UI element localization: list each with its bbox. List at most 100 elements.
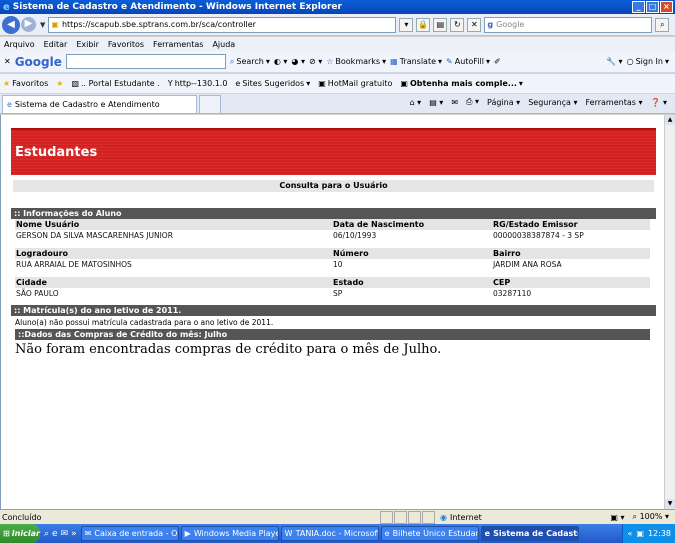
forward-button[interactable]: ▶ <box>21 17 36 32</box>
stop-button[interactable]: ✕ <box>467 17 482 32</box>
value-cidade: SÃO PAULO <box>16 289 59 298</box>
compras-message: Não foram encontradas compras de crédito… <box>15 342 442 357</box>
favorites-button[interactable]: ★ Favoritos <box>3 79 48 88</box>
zone-label: Internet <box>449 512 482 522</box>
windows-logo-icon: ⊞ <box>3 529 10 538</box>
refresh-button[interactable]: ↻ <box>450 17 465 32</box>
print-icon[interactable]: ⎙ ▾ <box>466 97 479 107</box>
taskbar-word[interactable]: W TANIA.doc - Microsoft ... <box>280 526 379 541</box>
google-search-button[interactable]: ⌕ Search ▾ <box>230 57 270 67</box>
share-icon[interactable]: ◕ ▾ <box>291 57 305 66</box>
network-icon[interactable]: ▣ <box>636 529 644 538</box>
ferramentas-menu[interactable]: Ferramentas ▾ <box>585 98 642 107</box>
search-button[interactable]: ⌕ <box>655 17 670 32</box>
lock-icon[interactable]: 🔒 <box>416 17 431 32</box>
value-cep: 03287110 <box>493 289 532 298</box>
google-icon: g <box>487 20 494 29</box>
matricula-section-header: :: Matrícula(s) do ano letivo de 2011. <box>11 305 656 316</box>
popup-blocker-icon[interactable]: ⊘ ▾ <box>309 57 322 66</box>
pencil-icon[interactable]: ✐ <box>494 57 501 66</box>
fav-obtenha[interactable]: ▣ Obtenha mais comple... ▾ <box>400 79 523 88</box>
menu-favoritos[interactable]: Favoritos <box>108 40 144 49</box>
expand-quicklaunch-icon[interactable]: » <box>71 529 77 539</box>
menu-exibir[interactable]: Exibir <box>76 40 99 49</box>
signin-label: Sign In <box>635 57 663 66</box>
feeds-icon[interactable]: ▤ ▾ <box>429 98 443 107</box>
fav-hotmail[interactable]: ▣ HotMail gratuito <box>318 79 392 88</box>
window-title: Sistema de Cadastro e Atendimento - Wind… <box>12 2 342 12</box>
tab-sistema-cadastro[interactable]: e Sistema de Cadastro e Atendimento <box>2 95 197 113</box>
label-logradouro: Logradouro <box>15 248 332 259</box>
back-button[interactable]: ◀ <box>2 15 20 34</box>
taskbar-sistema-cadastro[interactable]: e Sistema de Cadastr... <box>480 526 579 541</box>
menu-arquivo[interactable]: Arquivo <box>4 40 35 49</box>
fav-http[interactable]: Y http--130.1.0 <box>168 79 228 88</box>
pagina-menu[interactable]: Página ▾ <box>487 98 520 107</box>
pagerank-icon[interactable]: ◐ ▾ <box>274 57 288 66</box>
value-logradouro: RUA ARRAIAL DE MATOSINHOS <box>16 260 132 269</box>
fav-sites-sugeridos[interactable]: e Sites Sugeridos ▾ <box>235 79 310 88</box>
maximize-button[interactable]: □ <box>646 1 659 13</box>
ie-tab-icon: e <box>7 100 12 109</box>
taskbar-bilhete[interactable]: e Bilhete Único Estudant... <box>380 526 479 541</box>
help-icon[interactable]: ❓ ▾ <box>650 98 667 107</box>
page-content: Estudantes Consulta para o Usuário :: In… <box>11 128 656 357</box>
new-tab-button[interactable] <box>199 95 221 113</box>
search-icon: ⌕ <box>229 56 235 66</box>
home-icon[interactable]: ⌂ ▾ <box>410 98 422 107</box>
history-dropdown-icon[interactable]: ▼ <box>40 21 45 29</box>
search-input[interactable]: g Google <box>484 16 653 33</box>
scroll-up-icon[interactable]: ▲ <box>665 115 675 125</box>
compras-section-header: ::Dados das Compras de Crédito do mês: J… <box>15 329 650 340</box>
autofill-button[interactable]: ✎ AutoFill ▾ <box>446 57 490 66</box>
zoom-control[interactable]: ⌕ 100% ▾ <box>633 512 669 522</box>
tab-bar: e Sistema de Cadastro e Atendimento ⌂ ▾ … <box>0 94 675 114</box>
value-nome: GERSON DA SILVA MASCARENHAS JUNIOR <box>16 231 173 240</box>
mail-quicklaunch-icon[interactable]: ✉ <box>61 529 69 539</box>
value-estado: SP <box>333 289 343 298</box>
clock[interactable]: 12:38 <box>648 529 671 538</box>
start-button[interactable]: ⊞ Iniciar <box>0 524 40 543</box>
close-button[interactable]: × <box>660 1 673 13</box>
aluno-info-grid: Nome Usuário Data de Nascimento RG/Estad… <box>15 219 656 300</box>
translate-label: Translate <box>399 57 437 66</box>
bookmarks-button[interactable]: ☆ Bookmarks ▾ <box>326 57 386 66</box>
ie-quicklaunch-icon[interactable]: e <box>52 529 58 539</box>
menu-ferramentas[interactable]: Ferramentas <box>153 40 203 49</box>
scroll-down-icon[interactable]: ▼ <box>665 499 675 509</box>
minimize-button[interactable]: _ <box>632 1 645 13</box>
google-search-input[interactable] <box>65 54 226 69</box>
label-nascimento: Data de Nascimento <box>332 219 492 230</box>
menu-ajuda[interactable]: Ajuda <box>212 40 235 49</box>
compat-view-button[interactable]: ▤ <box>433 17 448 32</box>
add-favorite-icon[interactable]: ★ <box>56 79 63 88</box>
wrench-icon[interactable]: 🔧 ▾ <box>606 57 623 66</box>
taskbar-wmp[interactable]: ▶ Windows Media Player <box>180 526 279 541</box>
fav-portal-estudante[interactable]: ▧ .. Portal Estudante . <box>71 79 159 88</box>
page-header: Estudantes <box>11 128 656 175</box>
consulta-heading: Consulta para o Usuário <box>13 180 654 192</box>
page-icon: ▣ <box>51 20 59 29</box>
label-bairro: Bairro <box>492 248 650 259</box>
url-dropdown-button[interactable]: ▾ <box>399 17 414 32</box>
toolbar-close-icon[interactable]: ✕ <box>4 57 11 66</box>
label-nome: Nome Usuário <box>15 219 332 230</box>
url-input[interactable]: ▣ https://scapub.sbe.sptrans.com.br/sca/… <box>48 16 397 33</box>
status-bar: Concluído ◉ Internet ▣ ▾ ⌕ 100% ▾ <box>0 509 675 524</box>
search-placeholder: Google <box>496 20 525 29</box>
translate-button[interactable]: ▦ Translate ▾ <box>390 57 442 66</box>
aluno-section-header: :: Informações do Aluno <box>11 208 656 219</box>
status-cell <box>380 510 393 524</box>
taskbar-outlook[interactable]: ✉ Caixa de entrada - Ou... <box>80 526 179 541</box>
search-icon[interactable]: ⌕ <box>44 529 49 539</box>
mail-icon[interactable]: ✉ <box>451 98 458 107</box>
vertical-scrollbar[interactable]: ▲ ▼ <box>664 115 675 509</box>
tray-expand-icon[interactable]: « <box>627 529 632 538</box>
favorites-label: Favoritos <box>12 79 49 88</box>
security-zone[interactable]: ◉ Internet <box>436 513 536 522</box>
signin-button[interactable]: ○ Sign In ▾ <box>627 57 669 66</box>
windows-taskbar: ⊞ Iniciar ⌕ e ✉ » ✉ Caixa de entrada - O… <box>0 524 675 543</box>
protected-mode-icon[interactable]: ▣ ▾ <box>610 513 624 522</box>
seguranca-menu[interactable]: Segurança ▾ <box>528 98 577 107</box>
menu-editar[interactable]: Editar <box>44 40 68 49</box>
